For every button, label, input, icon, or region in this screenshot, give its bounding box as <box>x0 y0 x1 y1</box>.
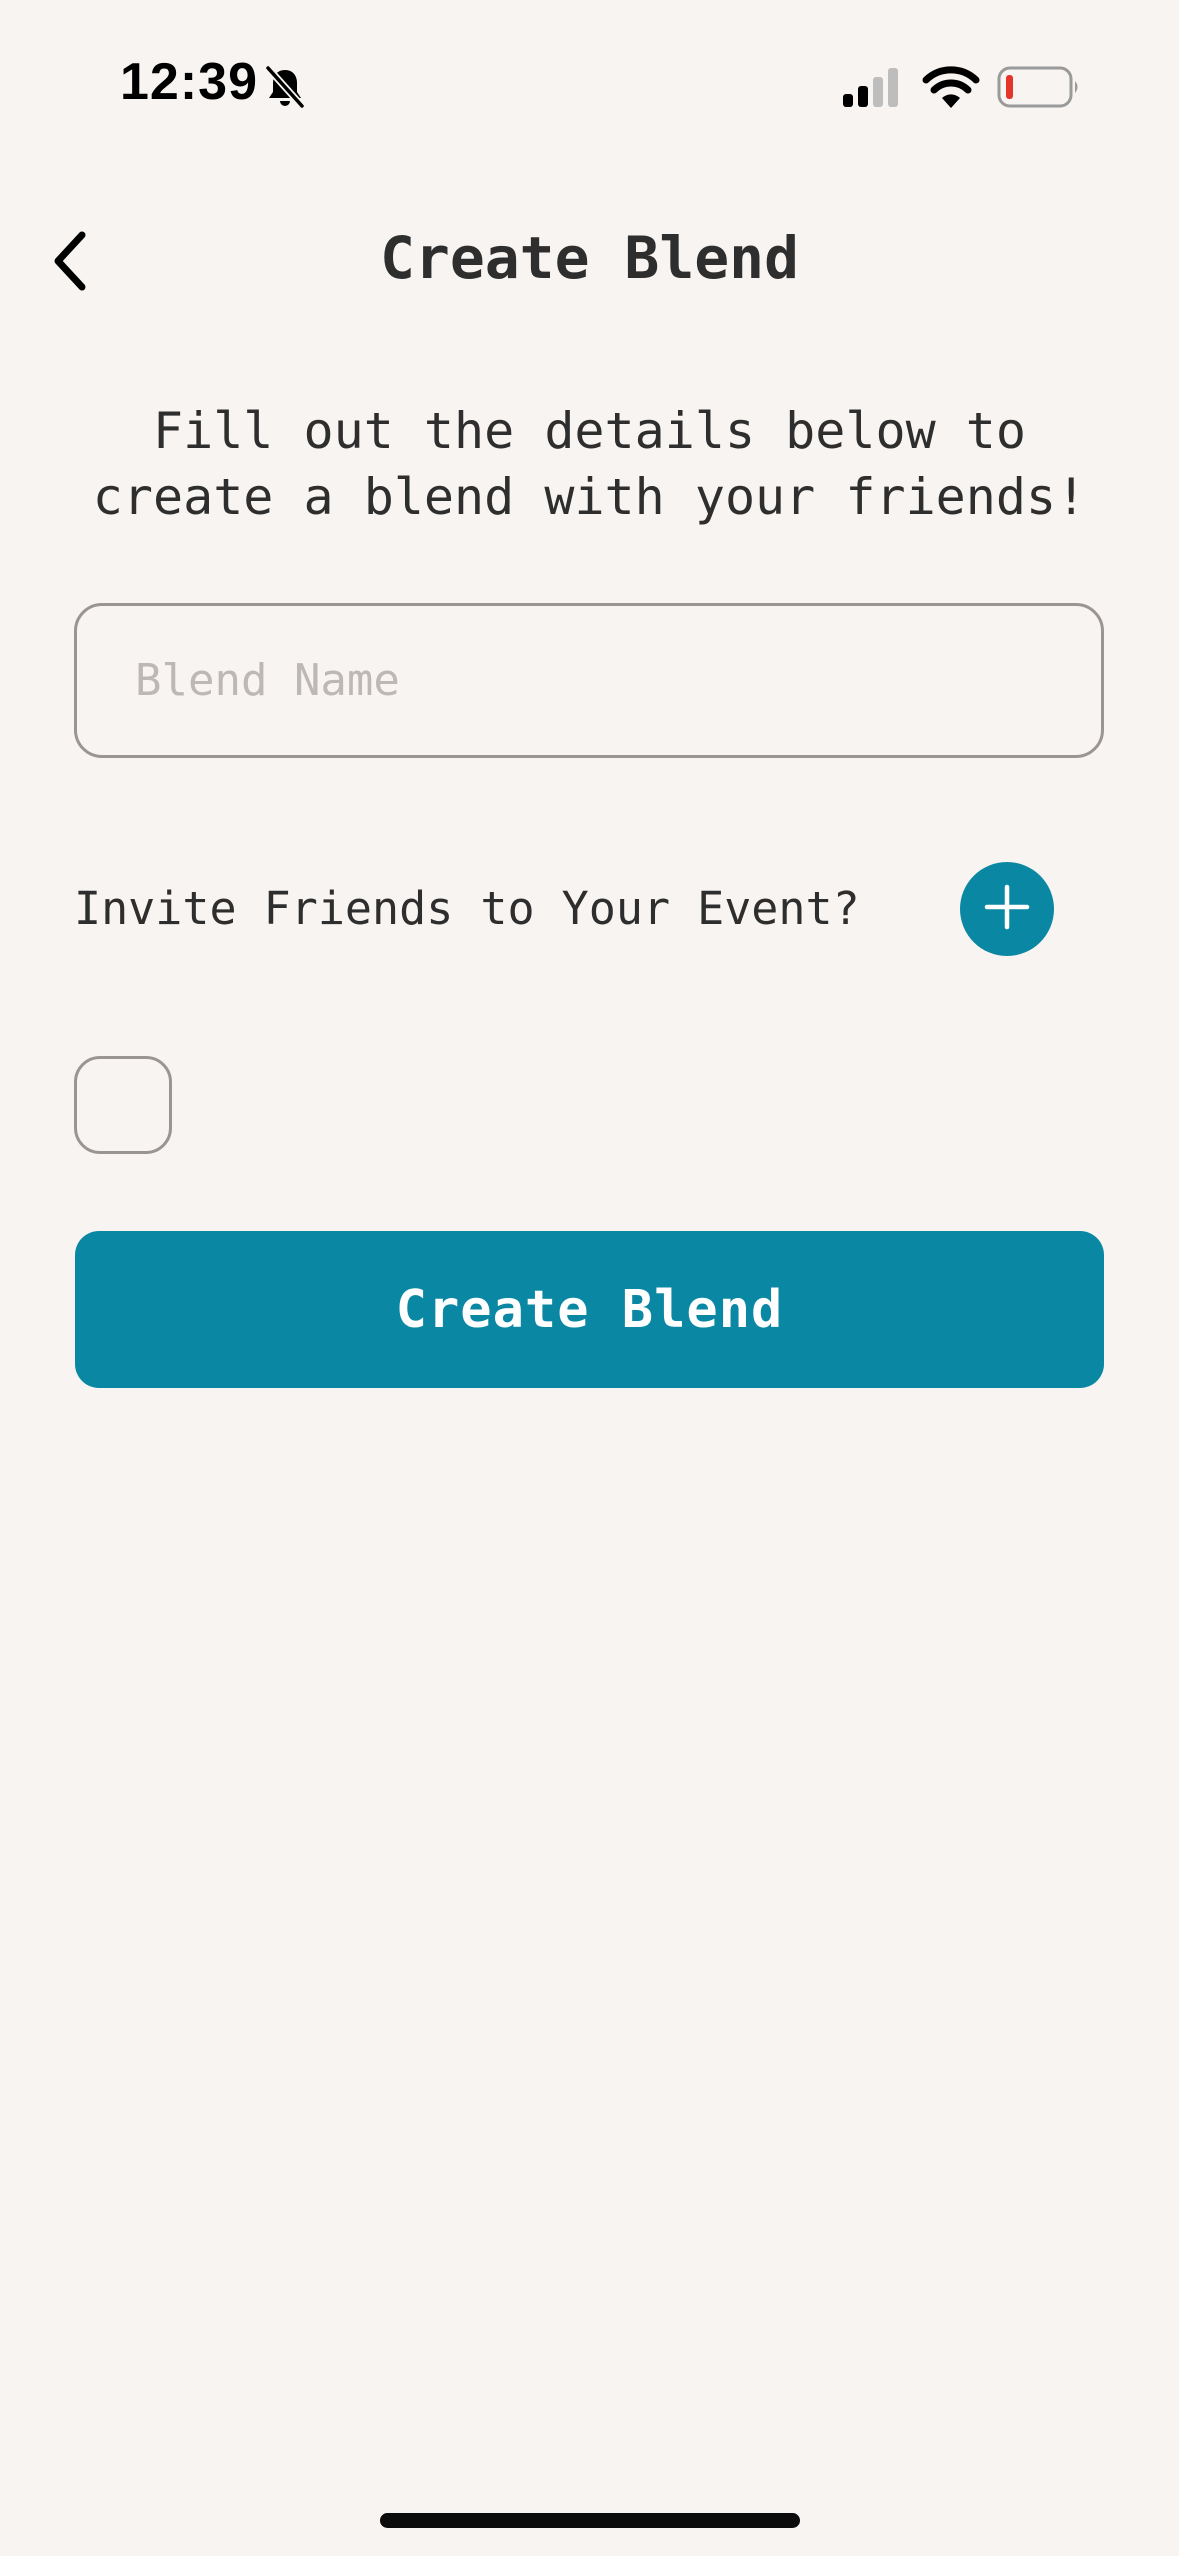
home-indicator[interactable] <box>380 2513 800 2528</box>
invite-friends-label: Invite Friends to Your Event? <box>74 882 860 935</box>
blend-name-input[interactable] <box>74 603 1104 758</box>
add-friend-button[interactable] <box>960 862 1054 956</box>
page-title: Create Blend <box>379 224 800 292</box>
status-time: 12:39 <box>120 53 258 111</box>
intro-text: Fill out the details below to create a b… <box>92 402 1087 526</box>
navigation-bar: Create Blend <box>0 210 1179 310</box>
friend-avatar-placeholder <box>74 1056 172 1154</box>
cellular-signal-icon <box>843 68 903 108</box>
battery-low-icon <box>997 66 1081 108</box>
create-blend-button[interactable]: Create Blend <box>75 1231 1104 1388</box>
wifi-icon <box>922 66 980 110</box>
status-bar: 12:39 <box>0 0 1179 150</box>
bell-slash-icon <box>262 64 308 110</box>
plus-icon <box>984 884 1030 934</box>
invite-friends-row: Invite Friends to Your Event? <box>74 860 1104 960</box>
